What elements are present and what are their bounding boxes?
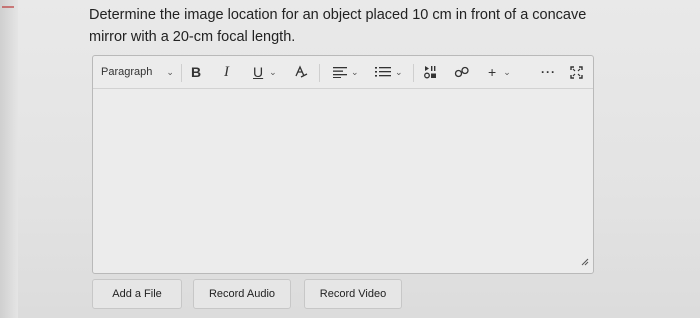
add-label: + [488,64,497,80]
edge-marker [2,6,14,8]
insert-media-button[interactable] [424,56,438,88]
fullscreen-icon [570,65,583,79]
link-button[interactable] [454,56,470,88]
underline-button[interactable]: U ⌄ [253,56,277,88]
question-text: Determine the image location for an obje… [89,7,587,45]
rich-text-editor[interactable]: Paragraph ⌄ B I U ⌄ ⌄ ⌄ + ⌄ ··· [92,55,594,274]
text-color-icon [295,65,308,78]
link-icon [454,66,469,78]
add-file-button[interactable]: Add a File [92,279,182,309]
page-edge [0,0,18,318]
toolbar-separator [181,64,182,82]
chevron-down-icon: ⌄ [351,66,359,77]
resize-handle-icon[interactable] [581,258,589,269]
list-icon [375,67,391,77]
underline-label: U [253,64,264,80]
align-icon [333,67,347,78]
toolbar-separator [413,64,414,82]
paragraph-select-label: Paragraph [101,66,153,78]
bold-button[interactable]: B [191,56,201,88]
editor-content-area[interactable] [93,89,593,273]
record-video-button[interactable]: Record Video [304,279,402,309]
paragraph-select[interactable]: Paragraph ⌄ [101,56,174,88]
chevron-down-icon: ⌄ [503,66,511,77]
media-icon [424,66,436,79]
chevron-down-icon: ⌄ [395,66,403,77]
chevron-down-icon: ⌄ [269,66,277,77]
record-audio-button[interactable]: Record Audio [193,279,291,309]
more-options-button[interactable]: ··· [541,56,556,88]
list-button[interactable]: ⌄ [375,56,403,88]
text-color-button[interactable] [294,56,308,88]
toolbar-separator [319,64,320,82]
editor-toolbar: Paragraph ⌄ B I U ⌄ ⌄ ⌄ + ⌄ ··· [93,56,593,89]
italic-button[interactable]: I [224,56,229,88]
align-button[interactable]: ⌄ [333,56,359,88]
chevron-down-icon: ⌄ [166,66,174,77]
fullscreen-button[interactable] [570,56,583,88]
insert-more-button[interactable]: + ⌄ [488,56,511,88]
